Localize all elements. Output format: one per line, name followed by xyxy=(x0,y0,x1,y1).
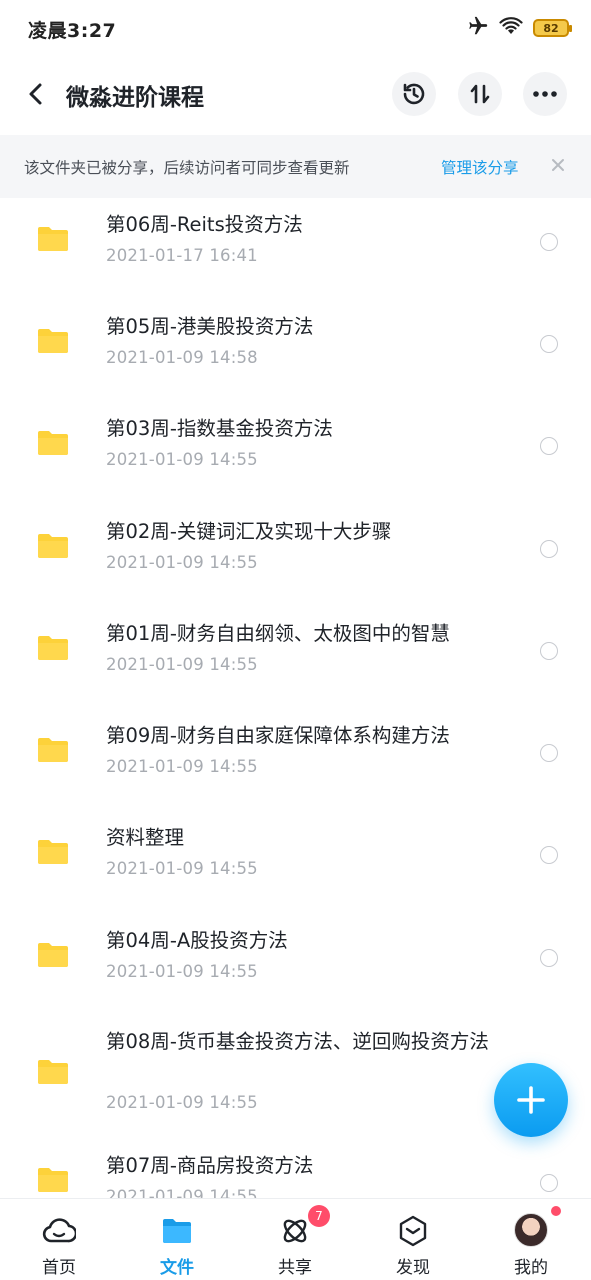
plus-icon xyxy=(517,1086,545,1114)
cloud-icon xyxy=(41,1213,77,1249)
list-item[interactable]: 第06周-Reits投资方法 2021-01-17 16:41 xyxy=(0,198,591,300)
avatar xyxy=(514,1213,548,1247)
file-date: 2021-01-09 14:55 xyxy=(106,1187,258,1198)
sort-icon xyxy=(470,84,490,104)
file-name: 第05周-港美股投资方法 xyxy=(106,315,314,338)
list-item[interactable]: 资料整理 2021-01-09 14:55 xyxy=(0,811,591,913)
folder-icon xyxy=(36,429,70,457)
select-checkbox[interactable] xyxy=(540,540,558,558)
list-item[interactable]: 第03周-指数基金投资方法 2021-01-09 14:55 xyxy=(0,402,591,504)
file-name: 第09周-财务自由家庭保障体系构建方法 xyxy=(106,724,450,747)
status-time: 凌晨3:27 xyxy=(28,20,117,42)
bottom-nav: 首页 文件 7 共享 发现 我的 xyxy=(0,1198,591,1280)
file-date: 2021-01-09 14:55 xyxy=(106,757,258,776)
folder-icon xyxy=(36,327,70,355)
folder-icon xyxy=(36,225,70,253)
status-icons: 82 xyxy=(467,14,572,42)
status-bar: 凌晨3:27 82 xyxy=(0,0,591,56)
file-name: 第08周-货币基金投资方法、逆回购投资方法 xyxy=(106,1030,489,1053)
file-list: 第06周-Reits投资方法 2021-01-17 16:41 第05周-港美股… xyxy=(0,198,591,1198)
share-banner: 该文件夹已被分享，后续访问者可同步查看更新 管理该分享 xyxy=(0,135,591,198)
folder-icon xyxy=(36,941,70,969)
nav-label: 我的 xyxy=(514,1258,548,1278)
file-date: 2021-01-09 14:55 xyxy=(106,859,258,878)
page-title: 微淼进阶课程 xyxy=(66,85,204,111)
airplane-icon xyxy=(467,15,489,41)
file-name: 第07周-商品房投资方法 xyxy=(106,1154,314,1177)
folder-icon xyxy=(36,532,70,560)
list-item[interactable]: 第01周-财务自由纲领、太极图中的智慧 2021-01-09 14:55 xyxy=(0,607,591,709)
file-name: 第04周-A股投资方法 xyxy=(106,929,288,952)
wifi-icon xyxy=(499,16,523,40)
folder-icon xyxy=(36,1166,70,1194)
notification-dot xyxy=(551,1206,561,1216)
file-date: 2021-01-09 14:55 xyxy=(106,655,258,674)
nav-label: 首页 xyxy=(42,1258,76,1278)
share-banner-text: 该文件夹已被分享，后续访问者可同步查看更新 xyxy=(24,159,350,177)
folder-icon xyxy=(36,1058,70,1086)
nav-home[interactable]: 首页 xyxy=(0,1199,118,1280)
nav-label: 共享 xyxy=(278,1258,312,1278)
screen: 凌晨3:27 82 微淼进阶课程 该文件夹已被分享，后续访问者可同步查看更新 管… xyxy=(0,0,591,1280)
folder-icon xyxy=(36,634,70,662)
file-name: 第03周-指数基金投资方法 xyxy=(106,417,333,440)
sort-button[interactable] xyxy=(458,72,502,116)
history-icon xyxy=(403,83,425,105)
select-checkbox[interactable] xyxy=(540,233,558,251)
chevron-left-icon xyxy=(29,83,42,105)
select-checkbox[interactable] xyxy=(540,846,558,864)
nav-discover[interactable]: 发现 xyxy=(354,1199,472,1280)
folder-icon xyxy=(36,736,70,764)
select-checkbox[interactable] xyxy=(540,1174,558,1192)
select-checkbox[interactable] xyxy=(540,335,558,353)
list-item[interactable]: 第04周-A股投资方法 2021-01-09 14:55 xyxy=(0,914,591,1016)
list-item[interactable]: 第02周-关键词汇及实现十大步骤 2021-01-09 14:55 xyxy=(0,505,591,607)
banner-close-button[interactable] xyxy=(546,153,570,177)
select-checkbox[interactable] xyxy=(540,437,558,455)
file-name: 第02周-关键词汇及实现十大步骤 xyxy=(106,520,392,543)
file-date: 2021-01-09 14:55 xyxy=(106,962,258,981)
close-icon xyxy=(552,159,564,171)
notification-badge: 7 xyxy=(308,1205,330,1227)
cube-icon xyxy=(395,1213,431,1249)
more-icon xyxy=(533,91,557,97)
select-checkbox[interactable] xyxy=(540,949,558,967)
file-date: 2021-01-09 14:55 xyxy=(106,1093,258,1112)
select-checkbox[interactable] xyxy=(540,744,558,762)
nav-label: 文件 xyxy=(160,1258,194,1278)
header: 微淼进阶课程 xyxy=(0,60,591,130)
file-date: 2021-01-09 14:58 xyxy=(106,348,258,367)
nav-label: 发现 xyxy=(396,1258,430,1278)
manage-share-link[interactable]: 管理该分享 xyxy=(441,156,519,178)
file-date: 2021-01-09 14:55 xyxy=(106,553,258,572)
file-date: 2021-01-09 14:55 xyxy=(106,450,258,469)
more-button[interactable] xyxy=(523,72,567,116)
file-date: 2021-01-17 16:41 xyxy=(106,246,258,265)
list-item[interactable]: 第07周-商品房投资方法 2021-01-09 14:55 xyxy=(0,1152,591,1198)
nav-me[interactable]: 我的 xyxy=(472,1199,590,1280)
nav-share[interactable]: 7 共享 xyxy=(236,1199,354,1280)
list-item[interactable]: 第09周-财务自由家庭保障体系构建方法 2021-01-09 14:55 xyxy=(0,709,591,811)
file-name: 资料整理 xyxy=(106,826,185,849)
nav-files[interactable]: 文件 xyxy=(118,1199,236,1280)
back-button[interactable] xyxy=(18,76,54,112)
file-name: 第06周-Reits投资方法 xyxy=(106,213,303,236)
list-item[interactable]: 第05周-港美股投资方法 2021-01-09 14:58 xyxy=(0,300,591,402)
history-button[interactable] xyxy=(392,72,436,116)
select-checkbox[interactable] xyxy=(540,642,558,660)
add-button[interactable] xyxy=(494,1063,568,1137)
folder-icon xyxy=(36,838,70,866)
folder-icon xyxy=(159,1213,195,1249)
battery-icon: 82 xyxy=(533,19,572,37)
file-name: 第01周-财务自由纲领、太极图中的智慧 xyxy=(106,622,450,645)
